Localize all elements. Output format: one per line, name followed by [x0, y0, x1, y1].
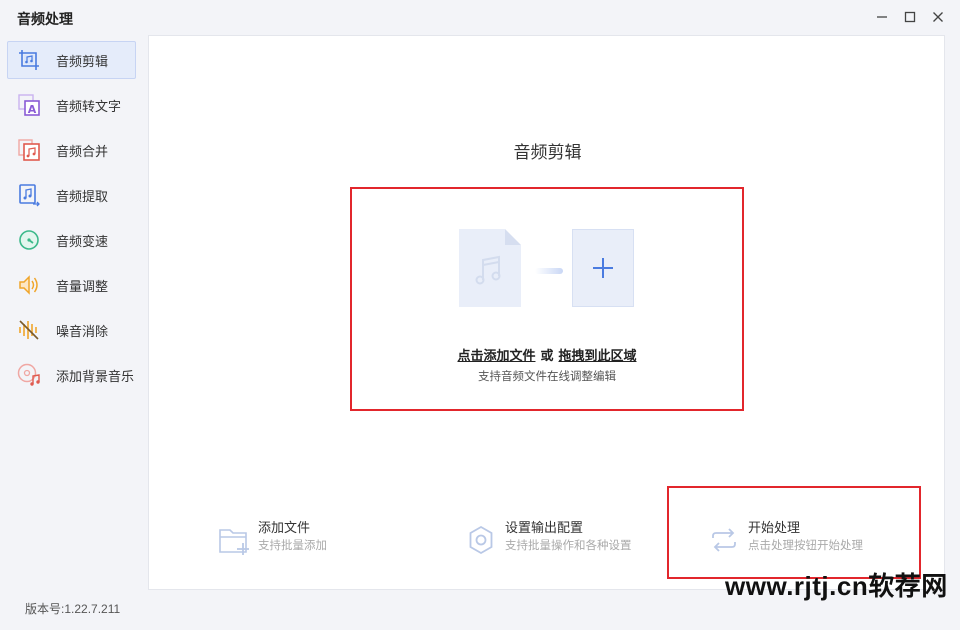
volume-icon: [16, 272, 42, 298]
close-icon: [933, 12, 943, 22]
sidebar-item-noise-reduction[interactable]: 噪音消除: [7, 311, 136, 349]
audio-file-placeholder: [459, 229, 521, 307]
sidebar-nav: 音频剪辑 A 音频转文字 音频合并 音频提取 音频变速 音量调整 噪音消除 添加…: [0, 36, 145, 596]
dropzone-subtitle: 支持音频文件在线调整编辑: [478, 371, 616, 383]
sidebar-item-label: 音频合并: [56, 143, 109, 159]
sidebar-item-label: 音频转文字: [56, 98, 122, 114]
sidebar-item-audio-cut[interactable]: 音频剪辑: [7, 41, 136, 79]
add-file-button[interactable]: 添加文件 支持批量添加: [217, 519, 327, 563]
click-add-file-link[interactable]: 点击添加文件: [457, 348, 535, 363]
add-folder-icon: [217, 523, 251, 557]
close-button[interactable]: [926, 8, 950, 26]
audio-merge-icon: [16, 137, 42, 163]
drag-here-text: 拖拽到此区域: [558, 348, 637, 363]
audio-extract-icon: [16, 182, 42, 208]
sidebar-item-label: 噪音消除: [56, 323, 109, 339]
sidebar-item-label: 音频提取: [56, 188, 109, 204]
speed-gauge-icon: [16, 227, 42, 253]
or-text: 或: [540, 348, 554, 363]
maximize-button[interactable]: [898, 8, 922, 26]
file-dropzone[interactable]: 点击添加文件或拖拽到此区域 支持音频文件在线调整编辑: [350, 187, 744, 411]
plus-icon: [593, 258, 613, 278]
sidebar-item-label: 音量调整: [56, 278, 109, 294]
connector-bar: [535, 268, 563, 274]
window-controls: [870, 8, 950, 26]
minimize-icon: [877, 16, 887, 18]
sidebar-item-volume[interactable]: 音量调整: [7, 266, 136, 304]
sidebar-item-label: 音频剪辑: [56, 53, 109, 69]
sidebar-item-audio-extract[interactable]: 音频提取: [7, 176, 136, 214]
page-title: 音频剪辑: [513, 143, 582, 162]
background-music-icon: [16, 362, 42, 388]
sidebar-item-label: 音频变速: [56, 233, 109, 249]
noise-reduction-icon: [16, 317, 42, 343]
sidebar-item-label: 添加背景音乐: [56, 368, 135, 384]
action-subtitle: 支持批量操作和各种设置: [505, 540, 632, 552]
action-subtitle: 支持批量添加: [258, 540, 327, 552]
maximize-icon: [904, 11, 916, 23]
minimize-button[interactable]: [870, 8, 894, 26]
audio-to-text-icon: A: [16, 92, 42, 118]
sidebar-item-background-music[interactable]: 添加背景音乐: [7, 356, 136, 394]
sidebar-item-audio-speed[interactable]: 音频变速: [7, 221, 136, 259]
watermark-text: www.rjtj.cn软荐网: [725, 571, 948, 601]
crop-music-icon: [16, 47, 42, 73]
title-bar: 音频处理: [0, 0, 960, 34]
dropzone-instruction: 点击添加文件或拖拽到此区域: [352, 345, 742, 364]
gear-icon: [464, 523, 498, 557]
add-file-plus-box[interactable]: [572, 229, 634, 307]
svg-text:A: A: [28, 103, 37, 116]
sidebar-item-audio-merge[interactable]: 音频合并: [7, 131, 136, 169]
app-title: 音频处理: [17, 11, 73, 27]
sidebar-item-audio-to-text[interactable]: A 音频转文字: [7, 86, 136, 124]
action-title: 设置输出配置: [505, 520, 584, 535]
music-note-icon: [475, 255, 501, 285]
version-label: 版本号:1.22.7.211: [25, 602, 121, 616]
output-settings-button[interactable]: 设置输出配置 支持批量操作和各种设置: [464, 519, 632, 563]
action-title: 添加文件: [258, 520, 311, 535]
